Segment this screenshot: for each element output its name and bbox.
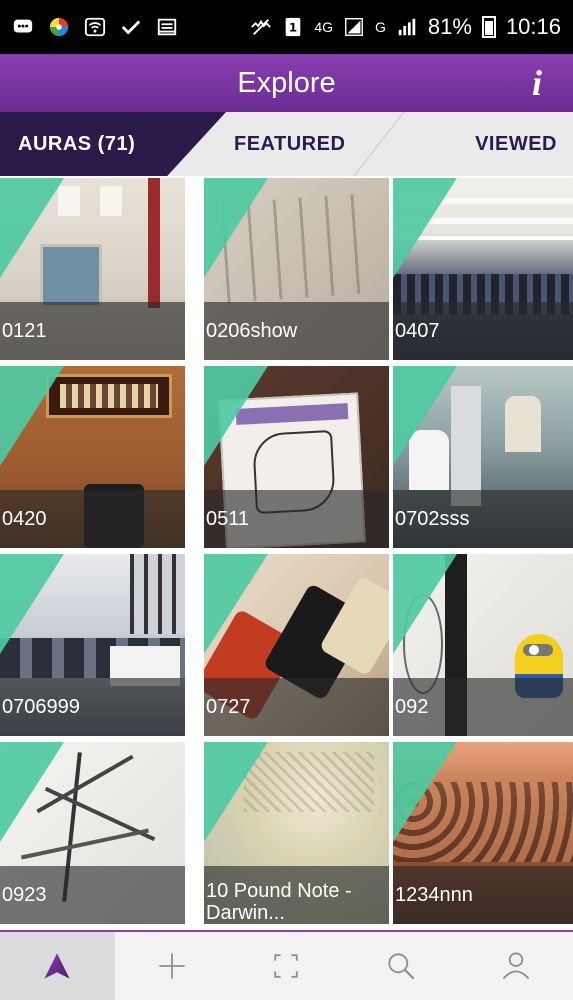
profile-icon [502,952,529,980]
aura-tile[interactable]: 0420 [0,366,185,548]
tab-viewed[interactable]: VIEWED [475,112,557,176]
notification-box-icon [156,16,178,38]
aura-tile[interactable]: 0511 [204,366,389,548]
chat-bubble-icon [12,16,34,38]
tile-label: 0702sss [395,508,470,530]
aura-tile[interactable]: 0923 [0,742,185,924]
svg-text:1: 1 [289,21,297,35]
app-pinwheel-icon [48,16,70,38]
aura-tile[interactable]: 092 [393,554,573,736]
plus-icon [159,953,185,979]
tab-featured[interactable]: FEATURED [234,112,345,176]
tile-label: 0420 [2,508,47,530]
clock: 10:16 [505,14,561,39]
signal-strength-icon [396,16,418,38]
tile-label: 0706999 [2,696,80,718]
tab-bar: AURAS (71) FEATURED VIEWED [0,112,573,176]
tab-divider [352,112,406,176]
status-bar: 1 4G G 81% 10:16 [0,0,573,54]
tile-label: 092 [395,696,429,718]
network-g-label: G [375,19,386,35]
page-title: Explore [237,66,336,99]
network-4g-label: 4G [314,19,333,35]
tile-label: 0727 [206,696,251,718]
aura-logo-icon [44,953,70,979]
aura-tile[interactable]: 1234nnn [393,742,573,924]
aura-tile[interactable]: 0727 [204,554,389,736]
tile-label: 0923 [2,884,47,906]
checkmark-icon [120,16,142,38]
tile-label: 1234nnn [395,884,473,906]
bottom-navigation [0,930,573,1000]
info-button[interactable]: i [521,62,553,104]
tile-label: 10 Pound Note - Darwin... [206,880,352,924]
tab-auras[interactable]: AURAS (71) [18,112,135,176]
aura-tile[interactable]: 10 Pound Note - Darwin... [204,742,389,924]
tile-label: 0511 [206,508,250,530]
nav-search[interactable] [344,932,459,1000]
mute-icon [250,16,272,38]
signal-icon [343,16,365,38]
nav-home[interactable] [0,932,115,1000]
app-header: Explore i [0,54,573,112]
battery-icon [481,16,496,38]
tile-label: 0206show [206,320,298,342]
scan-frame-icon [274,954,299,978]
auras-grid: 0121 0206show 0407 0420 0511 0702sss 070… [0,178,573,930]
aura-tile[interactable]: 0702sss [393,366,573,548]
aura-tile[interactable]: 0407 [393,178,573,360]
wifi-icon [84,16,106,38]
search-icon [388,953,415,980]
aura-tile[interactable]: 0121 [0,178,185,360]
battery-percentage: 81% [427,14,472,39]
nav-profile[interactable] [458,932,573,1000]
aura-tile[interactable]: 0206show [204,178,389,360]
nav-scan[interactable] [229,932,344,1000]
nav-create[interactable] [115,932,230,1000]
sim-one-icon: 1 [282,16,304,38]
tile-label: 0121 [2,320,47,342]
tile-label: 0407 [395,320,440,342]
aura-tile[interactable]: 0706999 [0,554,185,736]
